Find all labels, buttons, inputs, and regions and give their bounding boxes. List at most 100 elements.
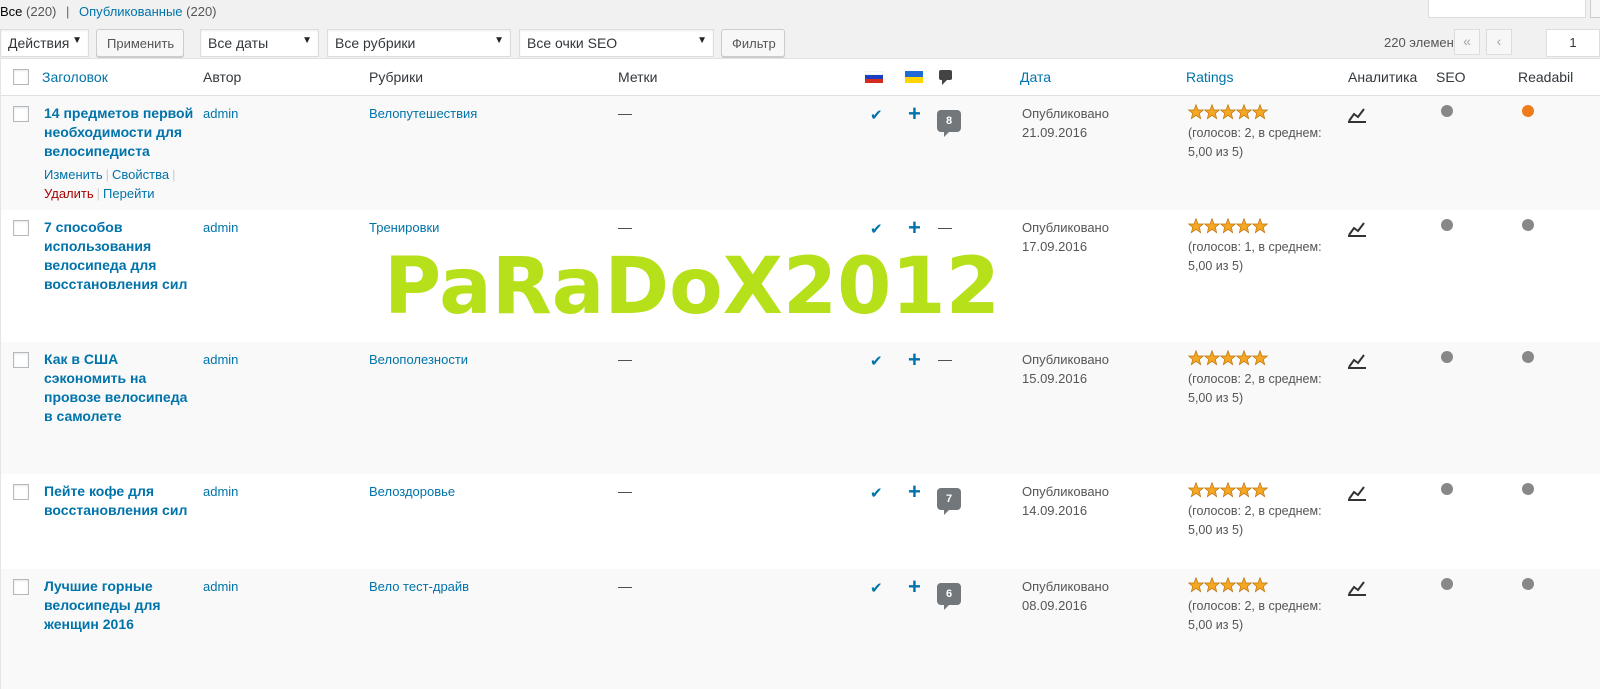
- edit-link[interactable]: Изменить: [44, 167, 103, 182]
- rating-stars[interactable]: [1188, 350, 1268, 366]
- star-icon[interactable]: [1220, 350, 1236, 366]
- select-all-checkbox[interactable]: [13, 69, 29, 85]
- post-title-link[interactable]: Лучшие горные велосипеды для женщин 2016: [44, 577, 194, 634]
- star-icon[interactable]: [1252, 104, 1268, 120]
- post-date-value: 21.09.2016: [1022, 125, 1088, 140]
- column-ratings[interactable]: Ratings: [1186, 69, 1233, 85]
- post-title-link[interactable]: 14 предметов первой необходимости для ве…: [44, 104, 194, 161]
- plus-icon[interactable]: +: [908, 481, 921, 503]
- star-icon[interactable]: [1204, 218, 1220, 234]
- row-checkbox[interactable]: [13, 579, 29, 595]
- author-link[interactable]: admin: [203, 579, 238, 594]
- star-icon[interactable]: [1220, 104, 1236, 120]
- comment-count-bubble[interactable]: 6: [937, 583, 961, 610]
- category-link[interactable]: Велополезности: [369, 352, 468, 367]
- search-input[interactable]: [1428, 0, 1586, 18]
- star-icon[interactable]: [1188, 218, 1204, 234]
- star-icon[interactable]: [1188, 482, 1204, 498]
- rating-stars[interactable]: [1188, 577, 1268, 593]
- star-icon[interactable]: [1220, 482, 1236, 498]
- column-title[interactable]: Заголовок: [42, 69, 108, 85]
- star-icon[interactable]: [1188, 350, 1204, 366]
- filter-button[interactable]: Фильтр: [721, 29, 785, 57]
- row-checkbox[interactable]: [13, 352, 29, 368]
- analytics-chart-icon[interactable]: [1348, 579, 1366, 596]
- date-filter-select[interactable]: Все даты ▼: [200, 29, 319, 57]
- analytics-chart-icon[interactable]: [1348, 106, 1366, 123]
- star-icon[interactable]: [1236, 482, 1252, 498]
- category-link[interactable]: Велопутешествия: [369, 106, 477, 121]
- post-date-value: 17.09.2016: [1022, 239, 1088, 254]
- star-icon[interactable]: [1220, 218, 1236, 234]
- star-icon[interactable]: [1204, 482, 1220, 498]
- checkmark-icon[interactable]: ✔: [870, 579, 883, 597]
- post-title-line: Лучшие горные: [44, 578, 153, 594]
- apply-button[interactable]: Применить: [96, 29, 184, 57]
- category-link[interactable]: Вело тест-драйв: [369, 579, 469, 594]
- star-icon[interactable]: [1204, 350, 1220, 366]
- star-icon[interactable]: [1220, 577, 1236, 593]
- star-icon[interactable]: [1236, 218, 1252, 234]
- comment-count-bubble[interactable]: 7: [937, 488, 961, 515]
- star-icon[interactable]: [1236, 577, 1252, 593]
- category-filter-select[interactable]: Все рубрики ▼: [327, 29, 511, 57]
- author-link[interactable]: admin: [203, 220, 238, 235]
- row-actions: Изменить | Свойства | Удалить | Перейти: [44, 167, 176, 201]
- row-checkbox[interactable]: [13, 484, 29, 500]
- checkmark-icon[interactable]: ✔: [870, 352, 883, 370]
- checkmark-icon[interactable]: ✔: [870, 106, 883, 124]
- posts-table: Заголовок Автор Рубрики Метки Дата Ratin…: [0, 58, 1600, 689]
- rating-stars[interactable]: [1188, 218, 1268, 234]
- star-icon[interactable]: [1252, 350, 1268, 366]
- trash-link[interactable]: Удалить: [44, 186, 94, 201]
- view-published-link[interactable]: Опубликованные: [79, 4, 183, 19]
- votes-line: 5,00 из 5): [1188, 145, 1244, 159]
- author-link[interactable]: admin: [203, 352, 238, 367]
- analytics-chart-icon[interactable]: [1348, 220, 1366, 237]
- bulk-actions-select[interactable]: Действия ▼: [0, 29, 89, 57]
- view-all-label[interactable]: Все: [0, 4, 22, 19]
- post-title-link[interactable]: Как в США сэкономить на провозе велосипе…: [44, 350, 194, 426]
- rating-stars[interactable]: [1188, 482, 1268, 498]
- star-icon[interactable]: [1252, 482, 1268, 498]
- plus-icon[interactable]: +: [908, 349, 921, 371]
- checkmark-icon[interactable]: ✔: [870, 484, 883, 502]
- prev-page-button[interactable]: ‹: [1486, 29, 1512, 55]
- search-button[interactable]: [1590, 0, 1600, 18]
- star-icon[interactable]: [1188, 104, 1204, 120]
- seo-score-dot: [1441, 105, 1453, 117]
- star-icon[interactable]: [1236, 350, 1252, 366]
- view-link[interactable]: Перейти: [103, 186, 155, 201]
- star-icon[interactable]: [1204, 104, 1220, 120]
- seo-filter-select[interactable]: Все очки SEO ▼: [519, 29, 714, 57]
- comment-count-bubble[interactable]: 8: [937, 110, 961, 137]
- checkmark-icon[interactable]: ✔: [870, 220, 883, 238]
- post-title-link[interactable]: Пейте кофе для восстановления сил: [44, 482, 194, 520]
- rating-votes: (голосов: 2, в среднем: 5,00 из 5): [1188, 502, 1322, 540]
- quick-edit-link[interactable]: Свойства: [112, 167, 169, 182]
- current-page-input[interactable]: 1: [1546, 29, 1600, 57]
- column-tags: Метки: [618, 69, 658, 85]
- plus-icon[interactable]: +: [908, 576, 921, 598]
- readability-score-dot: [1522, 578, 1534, 590]
- first-page-button[interactable]: «: [1454, 29, 1480, 55]
- analytics-chart-icon[interactable]: [1348, 352, 1366, 369]
- column-date[interactable]: Дата: [1020, 69, 1051, 85]
- star-icon[interactable]: [1204, 577, 1220, 593]
- author-link[interactable]: admin: [203, 484, 238, 499]
- category-link[interactable]: Велоздоровье: [369, 484, 455, 499]
- seo-score-dot: [1441, 483, 1453, 495]
- star-icon[interactable]: [1188, 577, 1204, 593]
- star-icon[interactable]: [1236, 104, 1252, 120]
- star-icon[interactable]: [1252, 577, 1268, 593]
- plus-icon[interactable]: +: [908, 103, 921, 125]
- row-checkbox[interactable]: [13, 106, 29, 122]
- analytics-chart-icon[interactable]: [1348, 484, 1366, 501]
- row-checkbox[interactable]: [13, 220, 29, 236]
- star-icon[interactable]: [1252, 218, 1268, 234]
- plus-icon[interactable]: +: [908, 217, 921, 239]
- rating-stars[interactable]: [1188, 104, 1268, 120]
- category-link[interactable]: Тренировки: [369, 220, 439, 235]
- author-link[interactable]: admin: [203, 106, 238, 121]
- post-title-link[interactable]: 7 способов использования велосипеда для …: [44, 218, 194, 294]
